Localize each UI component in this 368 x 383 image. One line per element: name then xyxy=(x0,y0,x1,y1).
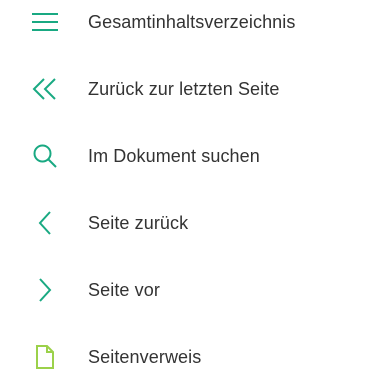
menu-item-label: Seite vor xyxy=(88,280,160,300)
menu-item-label: Gesamtinhaltsverzeichnis xyxy=(88,12,296,32)
menu-item-next-page[interactable]: Seite vor xyxy=(0,264,368,316)
menu-item-table-of-contents[interactable]: Gesamtinhaltsverzeichnis xyxy=(0,0,368,48)
chevron-right-icon xyxy=(20,264,70,316)
double-chevron-left-icon xyxy=(20,63,70,115)
menu-item-label: Zurück zur letzten Seite xyxy=(88,79,280,99)
menu-item-label: Im Dokument suchen xyxy=(88,146,260,166)
menu-item-back-to-last-page[interactable]: Zurück zur letzten Seite xyxy=(0,63,368,115)
search-icon xyxy=(20,130,70,182)
navigation-menu: Gesamtinhaltsverzeichnis Zurück zur letz… xyxy=(0,0,368,370)
menu-item-page-reference[interactable]: Seitenverweis xyxy=(0,331,368,383)
menu-item-label: Seite zurück xyxy=(88,213,189,233)
menu-item-label: Seitenverweis xyxy=(88,347,202,367)
chevron-left-icon xyxy=(20,197,70,249)
menu-item-search-document[interactable]: Im Dokument suchen xyxy=(0,130,368,182)
hamburger-menu-icon xyxy=(20,0,70,48)
menu-item-previous-page[interactable]: Seite zurück xyxy=(0,197,368,249)
document-icon xyxy=(20,331,70,383)
